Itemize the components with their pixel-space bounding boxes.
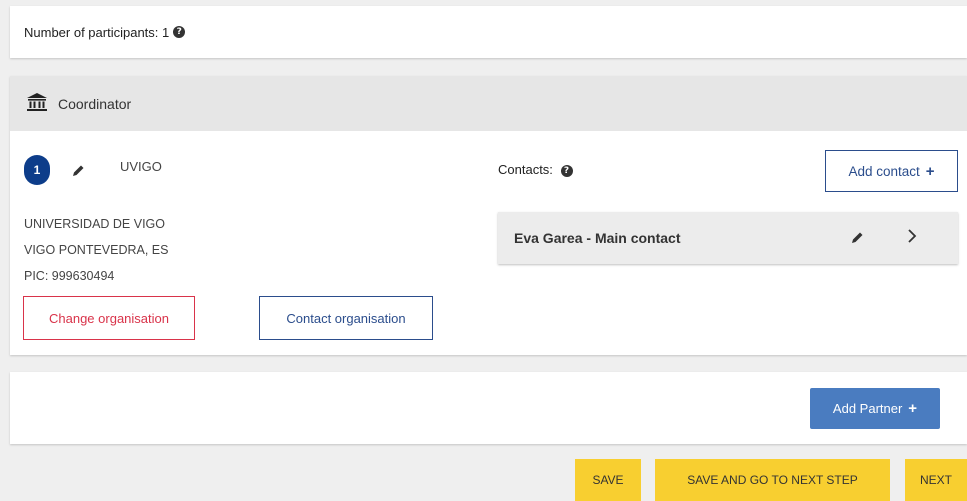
- address-line: UNIVERSIDAD DE VIGO: [24, 217, 165, 231]
- organisation-short-name: UVIGO: [120, 159, 162, 174]
- save-and-next-button[interactable]: SAVE AND GO TO NEXT STEP: [655, 459, 890, 501]
- participants-count: Number of participants: 1: [24, 24, 170, 40]
- plus-icon: +: [925, 162, 935, 180]
- add-contact-label: Add contact: [848, 163, 920, 179]
- coordinator-card: Coordinator 1 UVIGO UNIVERSIDAD DE VIGO …: [10, 76, 967, 355]
- coordinator-title: Coordinator: [58, 95, 132, 112]
- contacts-label-text: Contacts:: [498, 162, 553, 177]
- add-contact-button[interactable]: Add contact +: [825, 150, 958, 192]
- change-organisation-button[interactable]: Change organisation: [23, 296, 195, 340]
- bank-icon: [26, 92, 48, 115]
- coordinator-header: Coordinator: [10, 76, 967, 131]
- save-button[interactable]: SAVE: [575, 459, 641, 501]
- add-partner-button[interactable]: Add Partner +: [810, 388, 940, 429]
- contact-list-item[interactable]: Eva Garea - Main contact: [498, 212, 958, 264]
- organisation-address: UNIVERSIDAD DE VIGO VIGO PONTEVEDRA, ES …: [24, 211, 168, 289]
- participant-number-badge: 1: [24, 155, 50, 185]
- chevron-right-icon[interactable]: [907, 228, 917, 247]
- participants-summary: Number of participants: 1 ?: [10, 6, 967, 58]
- address-line: VIGO PONTEVEDRA, ES: [24, 243, 169, 257]
- add-partner-label: Add Partner: [832, 401, 903, 416]
- contacts-label: Contacts: ?: [498, 162, 573, 177]
- edit-pencil-icon[interactable]: [72, 164, 85, 182]
- partners-card: Add Partner +: [10, 372, 967, 444]
- contact-name: Eva Garea - Main contact: [514, 230, 681, 246]
- help-icon[interactable]: ?: [173, 26, 186, 38]
- address-line: PIC: 999630494: [24, 269, 115, 283]
- plus-icon: +: [908, 400, 918, 417]
- help-icon[interactable]: ?: [560, 164, 573, 177]
- next-button[interactable]: NEXT: [905, 459, 967, 501]
- edit-pencil-icon[interactable]: [851, 231, 864, 247]
- contact-organisation-button[interactable]: Contact organisation: [259, 296, 433, 340]
